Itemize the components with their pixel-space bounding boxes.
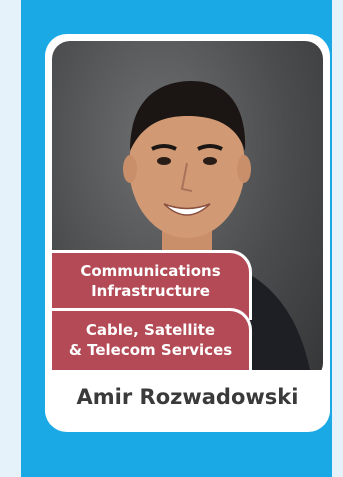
sector-tag-cable-satellite: Cable, Satellite & Telecom Services bbox=[52, 308, 252, 370]
tag-line: Infrastructure bbox=[91, 282, 210, 300]
tag-line: & Telecom Services bbox=[68, 341, 233, 359]
tag-line: Communications bbox=[80, 262, 221, 280]
profile-card: Communications Infrastructure Cable, Sat… bbox=[45, 34, 330, 432]
tag-line: Cable, Satellite bbox=[85, 321, 216, 339]
analyst-name: Amir Rozwadowski bbox=[45, 370, 330, 425]
